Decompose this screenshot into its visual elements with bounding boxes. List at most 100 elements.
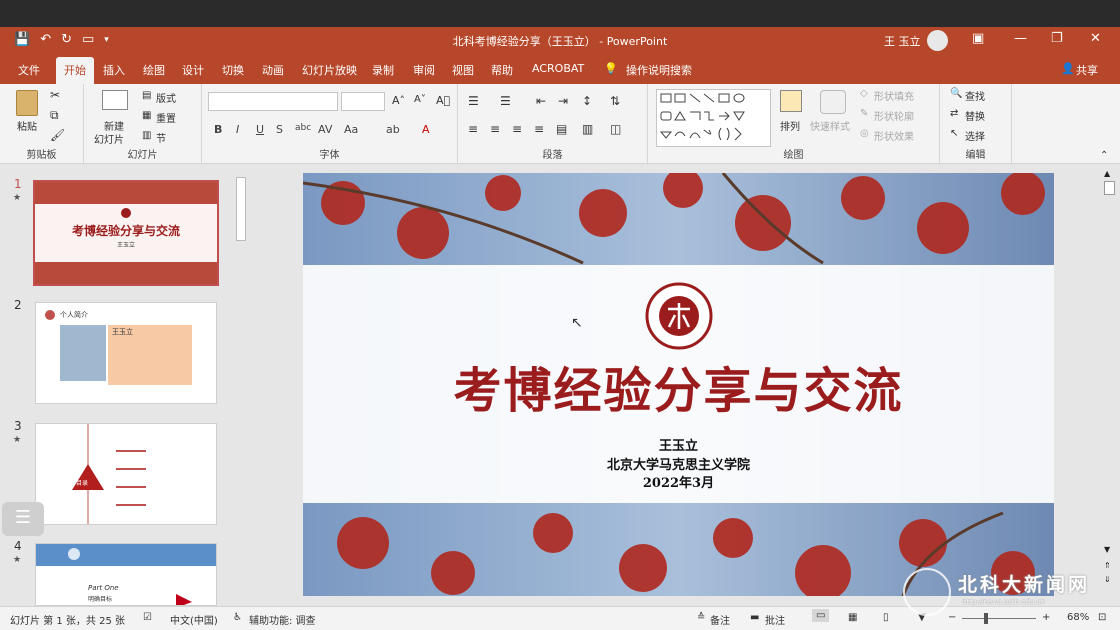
language-indicator[interactable]: 中文(中国) — [170, 612, 218, 627]
align-left-icon[interactable]: ≡ — [468, 122, 478, 136]
tab-insert[interactable]: 插入 — [103, 62, 125, 78]
new-slide-icon[interactable] — [102, 90, 128, 110]
line-spacing-icon[interactable]: ↕ — [582, 94, 592, 108]
align-center-icon[interactable]: ≡ — [490, 122, 500, 136]
bullets-icon[interactable]: ☰ — [468, 94, 479, 108]
slide-affiliation[interactable]: 北京大学马克思主义学院 — [303, 454, 1054, 473]
distributed-icon[interactable]: ▤ — [556, 122, 567, 136]
reset-button[interactable]: 重置 — [156, 110, 176, 125]
strikethrough-icon[interactable]: abc — [295, 123, 311, 133]
tab-animations[interactable]: 动画 — [262, 62, 284, 78]
char-spacing-icon[interactable]: AV — [318, 123, 332, 136]
zoom-in-icon[interactable]: + — [1042, 612, 1050, 623]
shape-outline-button[interactable]: 形状轮廓 — [874, 108, 914, 123]
slide-date[interactable]: 2022年3月 — [303, 472, 1054, 491]
outline-toggle-icon[interactable]: ☰ — [2, 502, 44, 536]
select-button[interactable]: 选择 — [965, 128, 985, 143]
fit-to-window-icon[interactable]: ⊡ — [1098, 612, 1106, 623]
tab-view[interactable]: 视图 — [452, 62, 474, 78]
scroll-down-icon[interactable]: ▼ — [1104, 545, 1110, 554]
zoom-slider[interactable] — [962, 618, 1036, 619]
smartart-icon[interactable]: ◫ — [610, 122, 621, 136]
quick-styles-icon[interactable] — [820, 90, 846, 114]
new-slide-label-2[interactable]: 幻灯片 — [94, 131, 124, 146]
maximize-icon[interactable]: ❐ — [1051, 31, 1063, 46]
collapse-ribbon-icon[interactable]: ⌃ — [1100, 150, 1108, 161]
prev-slide-icon[interactable]: ⇑ — [1104, 561, 1111, 570]
paste-label[interactable]: 粘贴 — [17, 118, 37, 133]
italic-icon[interactable]: I — [236, 123, 239, 136]
font-size-input[interactable] — [341, 92, 385, 111]
underline-icon[interactable]: U — [256, 123, 264, 136]
tab-home[interactable]: 开始 — [56, 57, 94, 84]
scroll-up-icon[interactable]: ▲ — [1104, 169, 1110, 178]
clear-format-icon[interactable]: A⃠ — [436, 94, 450, 107]
tab-transitions[interactable]: 切换 — [222, 62, 244, 78]
share-button[interactable]: 共享 — [1076, 62, 1098, 78]
bold-icon[interactable]: B — [214, 123, 222, 136]
tab-review[interactable]: 审阅 — [413, 62, 435, 78]
comments-button[interactable]: 批注 — [765, 612, 785, 627]
tab-record[interactable]: 录制 — [372, 62, 394, 78]
normal-view-icon[interactable]: ▭ — [812, 609, 830, 622]
zoom-slider-thumb[interactable] — [984, 613, 988, 624]
zoom-out-icon[interactable]: − — [948, 612, 956, 623]
close-icon[interactable]: ✕ — [1090, 31, 1101, 46]
paste-icon[interactable] — [16, 90, 38, 116]
arrange-button[interactable]: 排列 — [780, 118, 800, 133]
columns-icon[interactable]: ▥ — [582, 122, 593, 136]
accessibility-status[interactable]: 辅助功能: 调查 — [249, 612, 316, 627]
tab-draw[interactable]: 绘图 — [143, 62, 165, 78]
thumbnail-scrollbar[interactable] — [234, 165, 248, 606]
slide-thumbnail-4[interactable]: Part One 明确目标 — [35, 543, 217, 606]
slide-thumbnail-1[interactable]: 考博经验分享与交流 王玉立 — [33, 180, 219, 286]
slide-sorter-icon[interactable]: ▦ — [848, 612, 857, 623]
format-painter-icon[interactable]: 🖌 — [50, 128, 65, 142]
slide-title[interactable]: 考博经验分享与交流 — [303, 351, 1054, 421]
avatar[interactable] — [927, 30, 948, 51]
slide-thumbnail-3[interactable]: 目录 — [35, 423, 217, 525]
numbering-icon[interactable]: ☰ — [500, 94, 511, 108]
notes-button[interactable]: 备注 — [710, 612, 730, 627]
tab-slideshow[interactable]: 幻灯片放映 — [302, 62, 357, 78]
shape-fill-button[interactable]: 形状填充 — [874, 88, 914, 103]
spelling-icon[interactable]: ☑ — [143, 612, 152, 623]
thumbnail-scroll-thumb[interactable] — [236, 177, 246, 241]
slide-thumbnail-2[interactable]: 个人简介 王玉立 — [35, 302, 217, 404]
copy-icon[interactable]: ⧉ — [50, 108, 59, 123]
tab-file[interactable]: 文件 — [18, 62, 40, 78]
quick-styles-button[interactable]: 快速样式 — [810, 118, 850, 133]
ribbon-display-icon[interactable]: ▣ — [972, 31, 984, 46]
find-button[interactable]: 查找 — [965, 88, 985, 103]
tell-me-search[interactable]: 操作说明搜索 — [626, 62, 692, 78]
tab-help[interactable]: 帮助 — [491, 62, 513, 78]
minimize-icon[interactable]: — — [1014, 31, 1027, 46]
editor-scrollbar[interactable]: ▲ ▼ ⇑ ⇓ — [1103, 165, 1117, 606]
tab-acrobat[interactable]: ACROBAT — [532, 62, 584, 75]
replace-button[interactable]: 替换 — [965, 108, 985, 123]
highlight-icon[interactable]: ab — [386, 123, 400, 136]
next-slide-icon[interactable]: ⇓ — [1104, 575, 1111, 584]
shape-gallery[interactable] — [656, 89, 771, 147]
tab-design[interactable]: 设计 — [182, 62, 204, 78]
user-name[interactable]: 王 玉立 — [884, 33, 921, 49]
align-right-icon[interactable]: ≡ — [512, 122, 522, 136]
slide-presenter[interactable]: 王玉立 — [303, 435, 1054, 454]
increase-font-icon[interactable]: A˄ — [392, 94, 405, 107]
arrange-icon[interactable] — [780, 90, 802, 112]
text-direction-icon[interactable]: ⇅ — [610, 94, 620, 108]
increase-indent-icon[interactable]: ⇥ — [558, 94, 568, 108]
cut-icon[interactable]: ✂ — [50, 88, 60, 102]
decrease-indent-icon[interactable]: ⇤ — [536, 94, 546, 108]
justify-icon[interactable]: ≡ — [534, 122, 544, 136]
shadow-icon[interactable]: S — [276, 123, 283, 136]
layout-button[interactable]: 版式 — [156, 90, 176, 105]
change-case-icon[interactable]: Aa — [344, 123, 358, 136]
reading-view-icon[interactable]: ▯ — [883, 612, 889, 623]
font-name-input[interactable] — [208, 92, 338, 111]
zoom-level[interactable]: 68% — [1067, 612, 1089, 623]
section-button[interactable]: 节 — [156, 130, 166, 145]
slide-canvas[interactable]: 考博经验分享与交流 王玉立 北京大学马克思主义学院 2022年3月 ↖ — [303, 173, 1054, 596]
decrease-font-icon[interactable]: A˅ — [414, 94, 426, 105]
font-color-icon[interactable]: A — [422, 123, 430, 136]
